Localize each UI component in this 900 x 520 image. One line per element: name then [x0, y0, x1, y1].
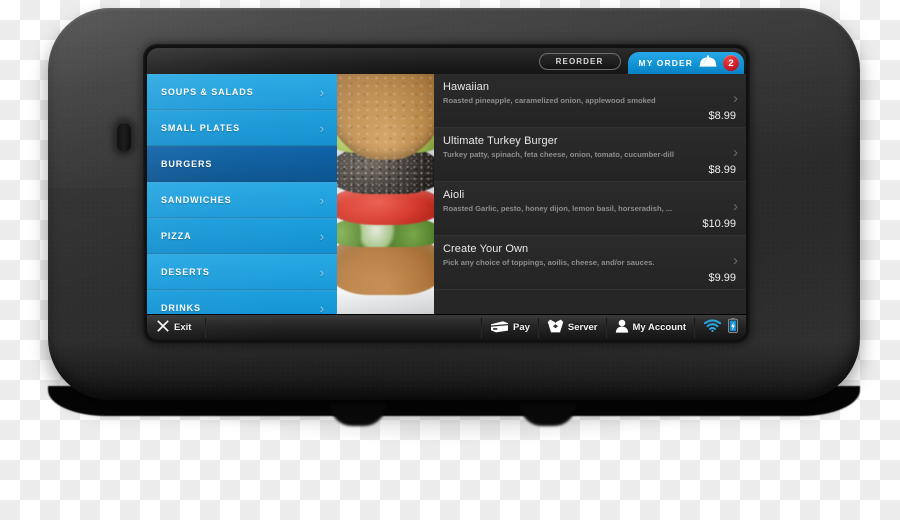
sidebar-item-sandwiches[interactable]: SANDWICHES › — [147, 182, 337, 218]
screen: REORDER MY ORDER 2 SOUPS & SALADS › SMAL… — [147, 48, 746, 340]
toolbar-divider — [205, 317, 207, 338]
my-account-label: My Account — [632, 322, 686, 333]
reorder-label: REORDER — [555, 56, 604, 66]
menu-item-price: $8.99 — [708, 164, 736, 176]
bowtie-vest-icon — [547, 319, 564, 336]
menu-item-name: Aioli — [443, 189, 465, 201]
chevron-right-icon: › — [319, 228, 325, 244]
menu-item-price: $10.99 — [702, 218, 736, 230]
sidebar-item-label: SANDWICHES — [161, 195, 232, 205]
my-account-button[interactable]: My Account — [607, 315, 694, 340]
my-order-tab[interactable]: MY ORDER 2 — [627, 52, 744, 74]
menu-item[interactable]: Ultimate Turkey Burger Turkey patty, spi… — [434, 128, 746, 182]
screen-bezel: REORDER MY ORDER 2 SOUPS & SALADS › SMAL… — [143, 44, 750, 344]
sidebar-item-pizza[interactable]: PIZZA › — [147, 218, 337, 254]
wifi-icon[interactable] — [703, 318, 722, 337]
menu-item[interactable]: Create Your Own Pick any choice of toppi… — [434, 236, 746, 290]
sidebar-item-drinks[interactable]: DRINKS › — [147, 290, 337, 314]
sidebar-item-burgers[interactable]: BURGERS › — [147, 146, 337, 182]
chevron-right-icon: › — [319, 120, 325, 136]
shell-bottom-shading — [48, 342, 860, 400]
chevron-right-icon: › — [733, 198, 738, 215]
reorder-button[interactable]: REORDER — [538, 52, 621, 70]
menu-item-name: Hawaiian — [443, 81, 490, 93]
chevron-right-icon: › — [319, 84, 325, 100]
chevron-right-icon: › — [319, 300, 325, 315]
menu-item[interactable]: Hawaiian Roasted pineapple, caramelized … — [434, 74, 746, 128]
menu-item-description: Roasted pineapple, caramelized onion, ap… — [443, 96, 656, 105]
chevron-right-icon: › — [733, 252, 738, 269]
sidebar-item-label: DESERTS — [161, 267, 210, 277]
person-icon — [615, 319, 629, 336]
category-sidebar[interactable]: SOUPS & SALADS › SMALL PLATES › BURGERS … — [147, 74, 337, 314]
menu-item-description: Turkey patty, spinach, feta cheese, onio… — [443, 150, 674, 159]
sidebar-item-soups-salads[interactable]: SOUPS & SALADS › — [147, 74, 337, 110]
chevron-right-icon: › — [733, 144, 738, 161]
order-count-badge: 2 — [723, 55, 739, 71]
pay-button[interactable]: Pay — [482, 315, 538, 340]
menu-item-description: Roasted Garlic, pesto, honey dijon, lemo… — [443, 204, 673, 213]
burger-photo — [337, 74, 434, 314]
menu-item-price: $8.99 — [708, 110, 736, 122]
chevron-right-icon: › — [319, 192, 325, 208]
server-button[interactable]: Server — [539, 315, 606, 340]
photo-bun-top — [337, 74, 434, 161]
sidebar-item-label: SMALL PLATES — [161, 123, 240, 133]
my-order-label: MY ORDER — [638, 58, 693, 68]
close-x-icon — [156, 319, 170, 336]
menu-item-list[interactable]: Hawaiian Roasted pineapple, caramelized … — [434, 74, 746, 314]
sidebar-item-label: BURGERS — [161, 159, 213, 169]
food-dome-icon — [699, 54, 717, 72]
menu-item-price: $9.99 — [708, 272, 736, 284]
menu-item-name: Ultimate Turkey Burger — [443, 135, 558, 147]
exit-label: Exit — [174, 322, 192, 333]
pay-label: Pay — [513, 322, 530, 333]
credit-card-icon — [490, 320, 509, 336]
exit-button[interactable]: Exit — [147, 315, 205, 340]
power-button[interactable] — [117, 122, 131, 152]
status-tray — [695, 317, 746, 338]
device-foot-left — [330, 404, 386, 426]
app-body: SOUPS & SALADS › SMALL PLATES › BURGERS … — [147, 74, 746, 314]
sidebar-item-deserts[interactable]: DESERTS › — [147, 254, 337, 290]
battery-charging-icon[interactable] — [728, 317, 738, 338]
server-label: Server — [567, 322, 598, 333]
screenshot-canvas: REORDER MY ORDER 2 SOUPS & SALADS › SMAL… — [0, 0, 900, 520]
sidebar-item-small-plates[interactable]: SMALL PLATES › — [147, 110, 337, 146]
sidebar-item-label: PIZZA — [161, 231, 192, 241]
device-foot-right — [520, 404, 576, 426]
menu-item[interactable]: Aioli Roasted Garlic, pesto, honey dijon… — [434, 182, 746, 236]
menu-item-description: Pick any choice of toppings, aoilis, che… — [443, 258, 655, 267]
menu-item-name: Create Your Own — [443, 243, 529, 255]
chevron-right-icon: › — [733, 90, 738, 107]
app-top-bar: REORDER MY ORDER 2 — [147, 48, 746, 74]
sidebar-item-label: DRINKS — [161, 303, 201, 313]
sidebar-item-label: SOUPS & SALADS — [161, 87, 254, 97]
app-bottom-toolbar: Exit Pay Server My Account — [147, 314, 746, 340]
chevron-right-icon: › — [319, 264, 325, 280]
